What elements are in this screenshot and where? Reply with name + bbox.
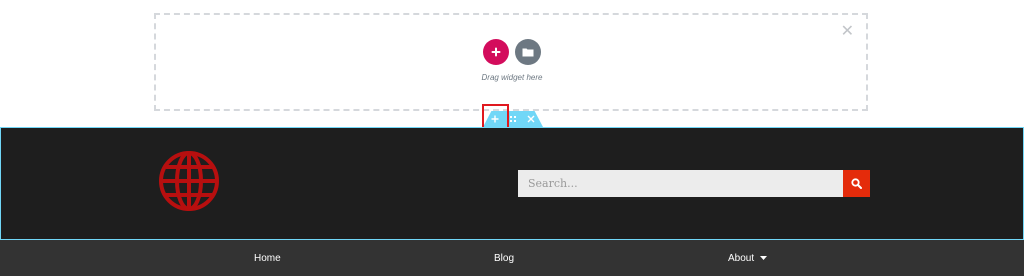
caret-down-icon xyxy=(760,256,768,260)
globe-icon xyxy=(159,151,219,211)
drag-widget-hint: Drag widget here xyxy=(481,73,543,82)
search-input[interactable] xyxy=(518,170,843,197)
empty-section-dropzone[interactable]: ✕ xyxy=(154,13,868,111)
nav-item-label: Blog xyxy=(494,252,515,264)
section-handle[interactable] xyxy=(483,111,543,127)
search-button[interactable] xyxy=(843,170,870,197)
plus-icon[interactable] xyxy=(491,115,499,123)
nav-item-blog[interactable]: Blog xyxy=(494,240,514,276)
search-icon xyxy=(851,178,862,189)
folder-icon xyxy=(522,48,534,57)
nav-item-label: Home xyxy=(254,252,281,264)
move-handle-icon[interactable] xyxy=(509,115,517,123)
add-template-button[interactable] xyxy=(515,39,541,65)
close-icon[interactable] xyxy=(527,115,535,123)
add-widget-button[interactable] xyxy=(483,39,509,65)
plus-icon xyxy=(491,47,501,57)
nav-item-home[interactable]: Home xyxy=(254,240,281,276)
close-icon[interactable]: ✕ xyxy=(841,23,854,39)
nav-item-label: About xyxy=(728,252,755,264)
site-logo[interactable] xyxy=(153,150,225,212)
nav-item-about[interactable]: About xyxy=(728,240,768,276)
main-navigation: Home Blog About xyxy=(0,240,1024,276)
